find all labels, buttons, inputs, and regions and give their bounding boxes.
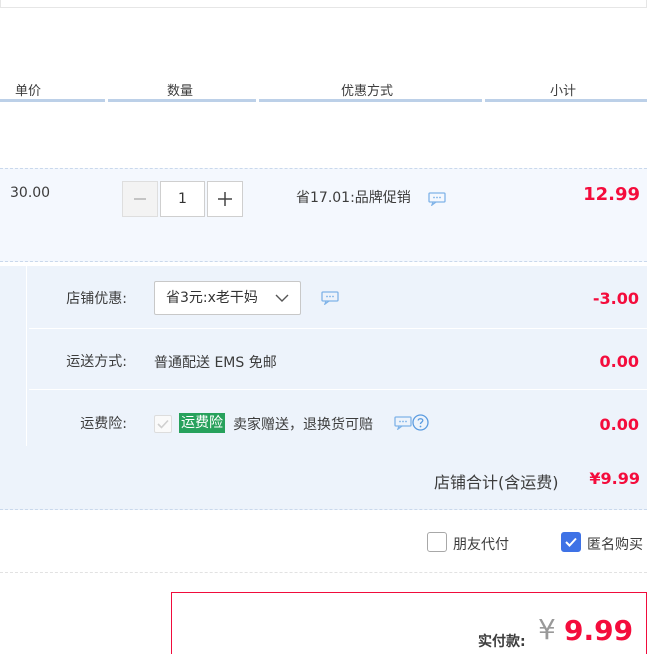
column-header-label: 数量 (167, 84, 194, 99)
check-icon (157, 419, 169, 429)
payment-currency: ¥ (538, 613, 556, 646)
column-header-label: 单价 (15, 84, 42, 99)
increment-button[interactable] (207, 181, 243, 217)
insurance-checkbox[interactable] (154, 415, 172, 433)
shop-discount-label: 店铺优惠: (66, 291, 127, 307)
quantity-input[interactable]: 1 (160, 181, 205, 217)
friend-pay-checkbox[interactable] (427, 532, 447, 552)
chat-bubble-icon[interactable] (321, 291, 339, 309)
column-header-label: 优惠方式 (341, 84, 394, 99)
column-header-unit-price: 单价 (0, 80, 105, 102)
plus-icon (218, 192, 232, 206)
question-circle-icon[interactable] (412, 414, 429, 431)
shop-left-stub (0, 323, 27, 446)
shop-total-value: ¥9.99 (589, 469, 640, 488)
insurance-description: 卖家赠送，退换货可赔 (233, 417, 373, 433)
shipping-row: 运送方式: 0.00 (29, 329, 647, 390)
shipping-amount: 0.00 (599, 352, 639, 371)
divider (0, 572, 647, 573)
chat-bubble-icon[interactable] (394, 416, 412, 434)
column-header-promotion: 优惠方式 (259, 80, 482, 102)
order-item-row: 30.00 (0, 168, 647, 262)
shop-left-stub (0, 266, 27, 323)
column-header-quantity: 数量 (108, 80, 256, 102)
unit-price: 30.00 (10, 185, 51, 201)
column-header-underline (259, 99, 482, 102)
decrement-button[interactable] (122, 181, 158, 217)
item-subtotal: 12.99 (583, 184, 640, 205)
anonymous-purchase-label: 匿名购买 (587, 537, 643, 553)
column-header-underline (0, 99, 105, 102)
item-promotion-text: 省17.01:品牌促销 (296, 190, 411, 206)
column-header-underline (485, 99, 647, 102)
shop-discount-selected: 省3元:x老干妈 (166, 290, 258, 306)
column-header-subtotal: 小计 (485, 80, 647, 102)
payment-amount: 9.99 (564, 614, 634, 647)
anonymous-purchase-checkbox[interactable] (561, 532, 581, 552)
friend-pay-label: 朋友代付 (453, 537, 509, 553)
insurance-label: 运费险: (80, 416, 127, 432)
shop-discount-amount: -3.00 (592, 289, 639, 308)
shipping-method-value: 普通配送 EMS 免邮 (154, 355, 277, 371)
chat-bubble-icon[interactable] (428, 192, 446, 210)
shop-discount-select[interactable]: 省3元:x老干妈 (154, 281, 301, 315)
top-panel-edge (0, 0, 647, 8)
insurance-tag: 运费险 (179, 413, 225, 433)
insurance-amount: 0.00 (599, 415, 639, 434)
shop-total-label: 店铺合计(含运费) (434, 473, 559, 492)
check-icon (565, 537, 577, 547)
column-header-label: 小计 (550, 84, 577, 99)
payment-label: 实付款: (478, 634, 526, 650)
shipping-label: 运送方式: (66, 354, 127, 370)
column-header-underline (108, 99, 256, 102)
chevron-down-icon (275, 294, 289, 302)
minus-icon (134, 198, 146, 200)
